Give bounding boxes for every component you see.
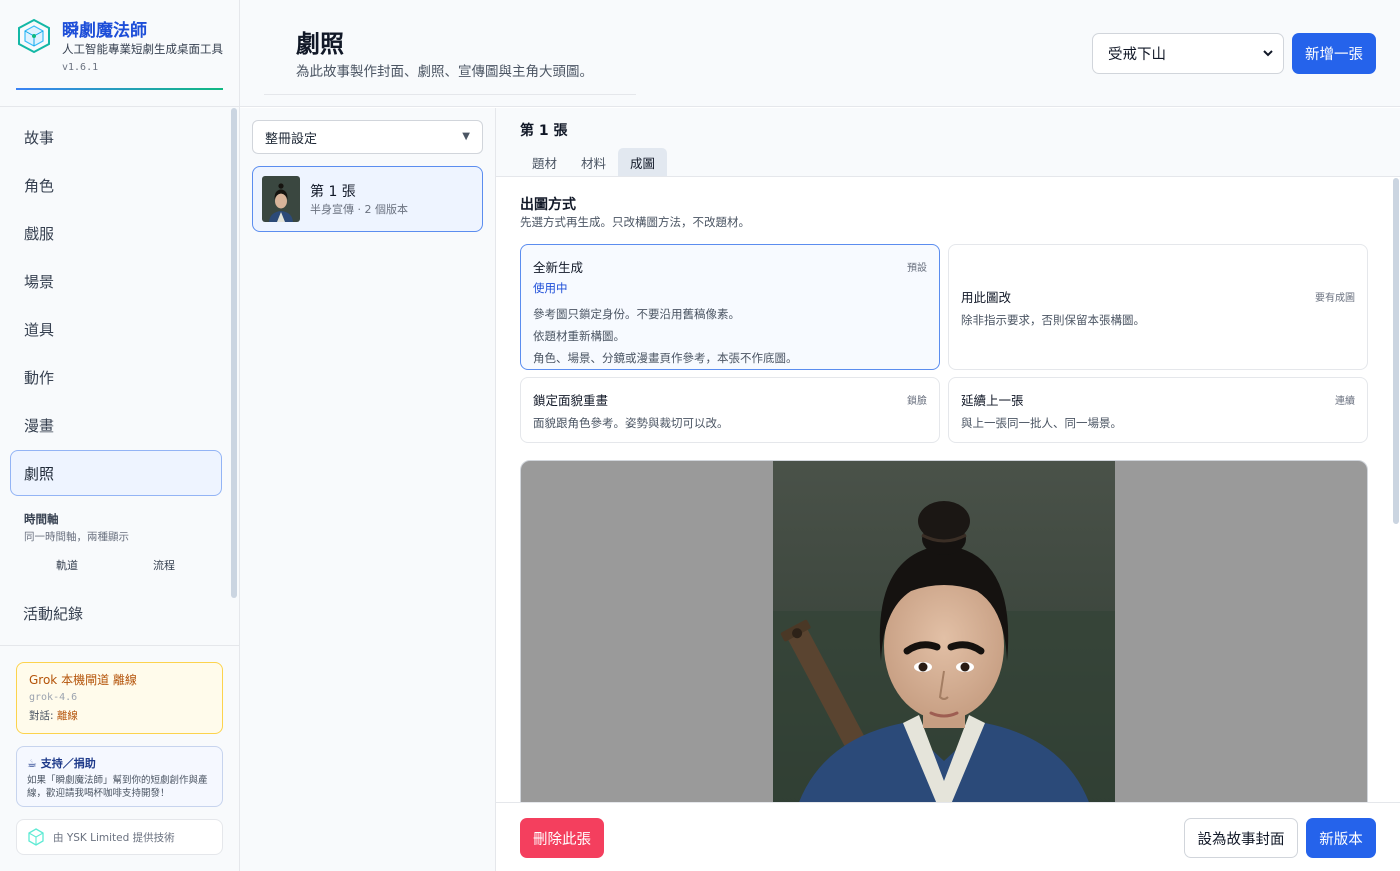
sidebar-nav: 故事 角色 戲服 場景 道具 動作 漫畫 劇照 <box>10 114 222 498</box>
mode-option-status: 使用中 <box>533 281 568 295</box>
divider <box>0 106 239 107</box>
new-version-button[interactable]: 新版本 <box>1306 818 1376 858</box>
editor-scrollbar[interactable] <box>1393 178 1399 524</box>
still-title: 第 1 張 <box>310 184 356 200</box>
section-description: 先選方式再生成。只改構圖方法，不改題材。 <box>520 215 750 229</box>
still-preview <box>520 460 1368 820</box>
mode-option-line: 除非指示要求，否則保留本張構圖。 <box>961 313 1145 327</box>
provider-card: 由 YSK Limited 提供技術 <box>16 819 223 855</box>
timeline-option-flow[interactable]: 流程 <box>153 557 175 573</box>
set-cover-button[interactable]: 設為故事封面 <box>1184 818 1298 858</box>
mode-option-tag: 預設 <box>907 263 927 274</box>
mode-option-title: 鎖定面貌重畫 <box>533 393 609 408</box>
grok-status-card: Grok 本機閘道 離線 grok-4.6 對話: 離線 <box>16 662 223 734</box>
mode-option-line: 與上一張同一批人、同一場景。 <box>961 416 1122 430</box>
tab-subject[interactable]: 題材 <box>520 148 569 176</box>
story-select-value: 受戒下山 <box>1108 47 1166 63</box>
sidebar-item-activity-log[interactable]: 活動紀錄 <box>10 590 222 636</box>
sidebar-item-costumes[interactable]: 戲服 <box>10 210 222 256</box>
app-tagline: 人工智能專業短劇生成桌面工具 <box>62 42 223 56</box>
sidebar-item-story[interactable]: 故事 <box>10 114 222 160</box>
sidebar-scrollbar[interactable] <box>231 108 237 598</box>
page-description: 為此故事製作封面、劇照、宣傳圖與主角大頭圖。 <box>296 64 593 80</box>
still-editor: 第 1 張 題材 材料 成圖 出圖方式 先選方式再生成。只改構圖方法，不改題材。… <box>496 108 1400 871</box>
still-image <box>773 461 1115 819</box>
app-name: 瞬劇魔法師 <box>62 21 147 41</box>
mode-option-line: 參考圖只鎖定身份。不要沿用舊稿像素。 <box>533 307 740 321</box>
still-thumbnail <box>262 176 300 222</box>
still-list-item[interactable]: 第 1 張 半身宣傳 · 2 個版本 <box>252 166 483 232</box>
cube-icon <box>28 828 44 846</box>
tab-materials[interactable]: 材料 <box>569 148 618 176</box>
grok-model: grok-4.6 <box>29 692 78 703</box>
provider-text: 由 YSK Limited 提供技術 <box>53 831 175 844</box>
support-text: 如果「瞬劇魔法師」幫到你的短劇創作與產線，歡迎請我喝杯咖啡支持開發！ <box>27 775 208 800</box>
sidebar-item-scenes[interactable]: 場景 <box>10 258 222 304</box>
mode-option-line: 角色、場景、分鏡或漫畫頁作參考，本張不作底圖。 <box>533 351 798 365</box>
sidebar-item-stills[interactable]: 劇照 <box>10 450 222 496</box>
still-list-panel: 整冊設定 ▼ 第 1 張 半身宣傳 · 2 個版本 <box>240 108 496 871</box>
app-version: v1.6.1 <box>62 62 99 73</box>
story-select[interactable]: 受戒下山 <box>1092 33 1284 74</box>
section-title: 出圖方式 <box>520 197 576 213</box>
page-header: 劇照 為此故事製作封面、劇照、宣傳圖與主角大頭圖。 受戒下山 新增一張 <box>240 0 1400 107</box>
editor-tabs: 題材 材料 成圖 <box>520 148 668 176</box>
brand: 瞬劇魔法師 人工智能專業短劇生成桌面工具 v1.6.1 <box>16 16 223 90</box>
mode-option-edit-this[interactable]: 用此圖改 要有成圖 除非指示要求，否則保留本張構圖。 <box>948 244 1368 370</box>
editor-header: 第 1 張 題材 材料 成圖 <box>496 108 1400 177</box>
sidebar-item-comics[interactable]: 漫畫 <box>10 402 222 448</box>
tab-render[interactable]: 成圖 <box>618 148 668 176</box>
mode-option-title: 延續上一張 <box>961 393 1024 408</box>
mode-option-tag: 鎖臉 <box>907 396 927 407</box>
delete-still-button[interactable]: 刪除此張 <box>520 818 604 858</box>
mode-option-title: 全新生成 <box>533 260 584 275</box>
still-meta: 半身宣傳 · 2 個版本 <box>310 203 408 216</box>
chevron-down-icon <box>1263 50 1273 57</box>
sidebar-item-characters[interactable]: 角色 <box>10 162 222 208</box>
mode-option-line: 面貌跟角色參考。姿勢與裁切可以改。 <box>533 416 729 430</box>
timeline-title: 時間軸 <box>24 512 59 526</box>
mode-option-fresh[interactable]: 全新生成 預設 使用中 參考圖只鎖定身份。不要沿用舊稿像素。 依題材重新構圖。 … <box>520 244 940 370</box>
grok-chat-value: 離線 <box>56 710 78 722</box>
divider <box>264 94 636 95</box>
sidebar-item-props[interactable]: 道具 <box>10 306 222 352</box>
mode-option-line: 依題材重新構圖。 <box>533 329 625 343</box>
editor-footer: 刪除此張 設為故事封面 新版本 <box>496 802 1400 871</box>
add-still-button[interactable]: 新增一張 <box>1292 33 1376 74</box>
caret-down-icon: ▼ <box>462 131 470 142</box>
grok-title: Grok 本機閘道 離線 <box>29 673 137 687</box>
timeline-option-track[interactable]: 軌道 <box>56 557 78 573</box>
sidebar-item-actions[interactable]: 動作 <box>10 354 222 400</box>
page-title: 劇照 <box>296 30 344 58</box>
batch-settings-select[interactable]: 整冊設定 ▼ <box>252 120 483 154</box>
still-heading: 第 1 張 <box>520 123 568 139</box>
divider <box>0 645 239 646</box>
cube-logo-icon <box>18 18 50 54</box>
timeline-subtitle: 同一時間軸，兩種顯示 <box>24 531 129 543</box>
support-title: ☕ 支持／捐助 <box>27 757 96 770</box>
grok-chat-label: 對話: <box>29 710 54 722</box>
grok-chat-status: 對話: 離線 <box>29 708 210 723</box>
mode-option-tag: 連續 <box>1335 396 1355 407</box>
batch-settings-value: 整冊設定 <box>265 131 318 147</box>
mode-option-title: 用此圖改 <box>961 290 1012 305</box>
support-card[interactable]: ☕ 支持／捐助 如果「瞬劇魔法師」幫到你的短劇創作與產線，歡迎請我喝杯咖啡支持開… <box>16 746 223 807</box>
mode-option-tag: 要有成圖 <box>1315 293 1355 304</box>
mode-option-lock-face[interactable]: 鎖定面貌重畫 鎖臉 面貌跟角色參考。姿勢與裁切可以改。 <box>520 377 940 443</box>
mode-option-continue[interactable]: 延續上一張 連續 與上一張同一批人、同一場景。 <box>948 377 1368 443</box>
sidebar: 瞬劇魔法師 人工智能專業短劇生成桌面工具 v1.6.1 故事 角色 戲服 場景 … <box>0 0 240 871</box>
